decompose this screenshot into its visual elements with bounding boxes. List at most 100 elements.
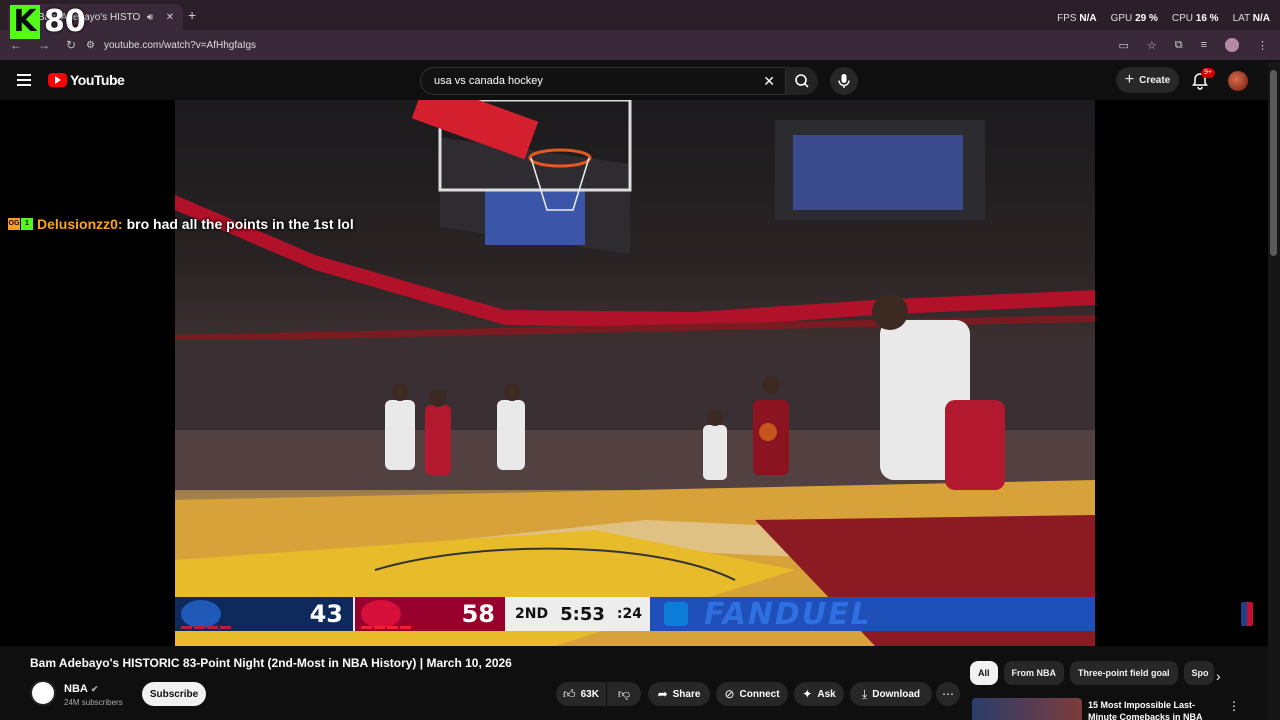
away-team: 43 xyxy=(175,597,353,631)
away-timeouts xyxy=(181,626,231,629)
profile-avatar[interactable] xyxy=(1225,38,1239,52)
back-icon[interactable]: ← xyxy=(10,38,22,52)
speaker-icon[interactable]: 🔊︎ xyxy=(143,12,157,23)
perf-lat: LAT N/A xyxy=(1232,13,1270,24)
voice-search-button[interactable] xyxy=(830,67,858,95)
share-icon: ➦ xyxy=(657,687,668,701)
chat-badges: OG 1 xyxy=(8,218,33,230)
connect-label: Connect xyxy=(739,688,780,700)
dislike-button[interactable]: 👎︎ xyxy=(607,682,641,706)
home-timeouts xyxy=(361,626,411,629)
new-tab-button[interactable]: + xyxy=(188,7,196,23)
more-vertical-icon[interactable]: ⋮ xyxy=(1228,699,1240,713)
ask-button[interactable]: ✦ Ask xyxy=(794,682,844,706)
game-info: 2ND 5:53 :24 xyxy=(505,597,650,631)
recommended-video-thumbnail[interactable] xyxy=(972,698,1082,720)
youtube-header: YouTube usa vs canada hockey ✕ + Create … xyxy=(0,62,1280,100)
search-input[interactable]: usa vs canada hockey ✕ xyxy=(420,67,786,95)
create-button[interactable]: + Create xyxy=(1116,67,1179,93)
address-bar-row: ← → ↻ ⚙︎ youtube.com/watch?v=AfHhgfaIgs … xyxy=(0,30,1280,60)
url-text: youtube.com/watch?v=AfHhgfaIgs xyxy=(104,39,257,51)
thumbs-up-icon: 👍︎ xyxy=(563,686,576,701)
media-controls-icon[interactable]: ≡ xyxy=(1201,39,1207,51)
download-button[interactable]: ⤓ Download xyxy=(850,682,932,706)
page-scrollbar-thumb[interactable] xyxy=(1270,70,1277,256)
download-label: Download xyxy=(872,688,921,700)
cast-icon[interactable]: ▭ xyxy=(1118,39,1128,52)
more-horizontal-icon: ⋯ xyxy=(942,687,954,701)
search-button[interactable] xyxy=(786,67,818,95)
chip-all[interactable]: All xyxy=(970,661,998,685)
related-filter-chips: All From NBA Three-point field goal Spo xyxy=(970,661,1214,685)
youtube-logo[interactable]: YouTube xyxy=(48,72,125,88)
recommended-video-title[interactable]: 15 Most Impossible Last-Minute Comebacks… xyxy=(1088,699,1212,720)
video-title: Bam Adebayo's HISTORIC 83-Point Night (2… xyxy=(30,656,512,670)
download-icon: ⤓ xyxy=(861,686,868,701)
nba-logo-icon xyxy=(1241,602,1253,626)
chip-sports[interactable]: Spo xyxy=(1183,661,1214,685)
share-button[interactable]: ➦ Share xyxy=(648,682,710,706)
chevron-right-icon[interactable]: › xyxy=(1216,668,1221,684)
plus-icon: + xyxy=(1124,71,1135,88)
home-team: 58 xyxy=(355,597,505,631)
away-score: 43 xyxy=(309,600,343,628)
og-badge: OG xyxy=(8,218,20,230)
perf-cpu: CPU 16 % xyxy=(1171,13,1219,24)
home-score: 58 xyxy=(461,600,495,628)
sponsor-banner: FANDUEL xyxy=(649,596,1095,632)
sparkle-icon: ✦ xyxy=(802,687,813,701)
verified-icon: ✔ xyxy=(90,684,99,694)
clear-search-icon[interactable]: ✕ xyxy=(763,73,775,90)
perf-fps: FPS N/A xyxy=(1057,13,1097,24)
shot-clock: :24 xyxy=(616,606,642,622)
close-tab-icon[interactable]: ✕ xyxy=(163,12,177,23)
wizards-logo-icon xyxy=(181,600,221,628)
microphone-icon xyxy=(838,74,850,88)
heat-logo-icon xyxy=(361,600,401,628)
reload-icon[interactable]: ↻ xyxy=(66,38,76,52)
create-label: Create xyxy=(1139,74,1171,86)
channel-name[interactable]: NBA ✔ xyxy=(64,683,98,695)
browser-menu-icon[interactable]: ⋮ xyxy=(1257,39,1268,52)
chip-from-nba[interactable]: From NBA xyxy=(1003,661,1065,685)
like-button[interactable]: 👍︎ 63K xyxy=(556,682,606,706)
hamburger-menu-icon[interactable] xyxy=(17,74,31,86)
extensions-icon[interactable]: ⧉ xyxy=(1175,39,1183,52)
kick-viewer-count: K 80 xyxy=(10,4,86,39)
basketball-court-scene xyxy=(175,100,1095,646)
sponsor-name: FANDUEL xyxy=(703,596,872,632)
site-info-icon[interactable]: ⚙︎ xyxy=(86,40,98,51)
subscriber-badge: 1 xyxy=(21,218,33,230)
subscribe-button[interactable]: Subscribe xyxy=(142,682,206,706)
kick-logo: K xyxy=(10,4,40,39)
like-count: 63K xyxy=(580,688,599,700)
bookmark-star-icon[interactable]: ☆ xyxy=(1147,39,1157,52)
browser-actions: ▭ ☆ ⧉ ≡ ⋮ xyxy=(1118,38,1268,52)
perf-gpu: GPU 29 % xyxy=(1110,13,1158,24)
notifications-badge: 9+ xyxy=(1201,68,1215,78)
search-query: usa vs canada hockey xyxy=(434,75,543,87)
url-field[interactable]: ⚙︎ youtube.com/watch?v=AfHhgfaIgs xyxy=(86,35,1096,55)
chip-three-point-field-goal[interactable]: Three-point field goal xyxy=(1070,661,1178,685)
more-actions-button[interactable]: ⋯ xyxy=(936,682,960,706)
channel-avatar[interactable] xyxy=(30,680,56,706)
share-label: Share xyxy=(672,688,701,700)
nav-buttons: ← → ↻ xyxy=(10,38,76,52)
scorebug: 43 58 2ND 5:53 :24 FANDUEL xyxy=(175,596,1095,632)
connect-button[interactable]: ⊘ Connect xyxy=(716,682,788,706)
forward-icon[interactable]: → xyxy=(38,38,50,52)
chat-text: bro had all the points in the 1st lol xyxy=(126,216,354,232)
video-frame[interactable] xyxy=(175,100,1095,646)
connect-icon: ⊘ xyxy=(724,687,735,701)
viewer-count: 80 xyxy=(44,4,86,39)
quarter: 2ND xyxy=(515,606,549,622)
youtube-play-icon xyxy=(48,73,67,87)
search-icon xyxy=(795,74,809,88)
youtube-wordmark: YouTube xyxy=(70,72,125,88)
performance-overlay: FPS N/A GPU 29 % CPU 16 % LAT N/A xyxy=(1057,13,1270,24)
chat-username: Delusionzz0: xyxy=(37,216,123,232)
subscriber-count: 24M subscribers xyxy=(64,698,123,707)
browser-tabstrip: Bam Adebayo's HISTO 🔊︎ ✕ + FPS N/A GPU 2… xyxy=(0,0,1280,30)
account-avatar[interactable] xyxy=(1228,71,1248,91)
game-clock: 5:53 xyxy=(560,603,605,625)
